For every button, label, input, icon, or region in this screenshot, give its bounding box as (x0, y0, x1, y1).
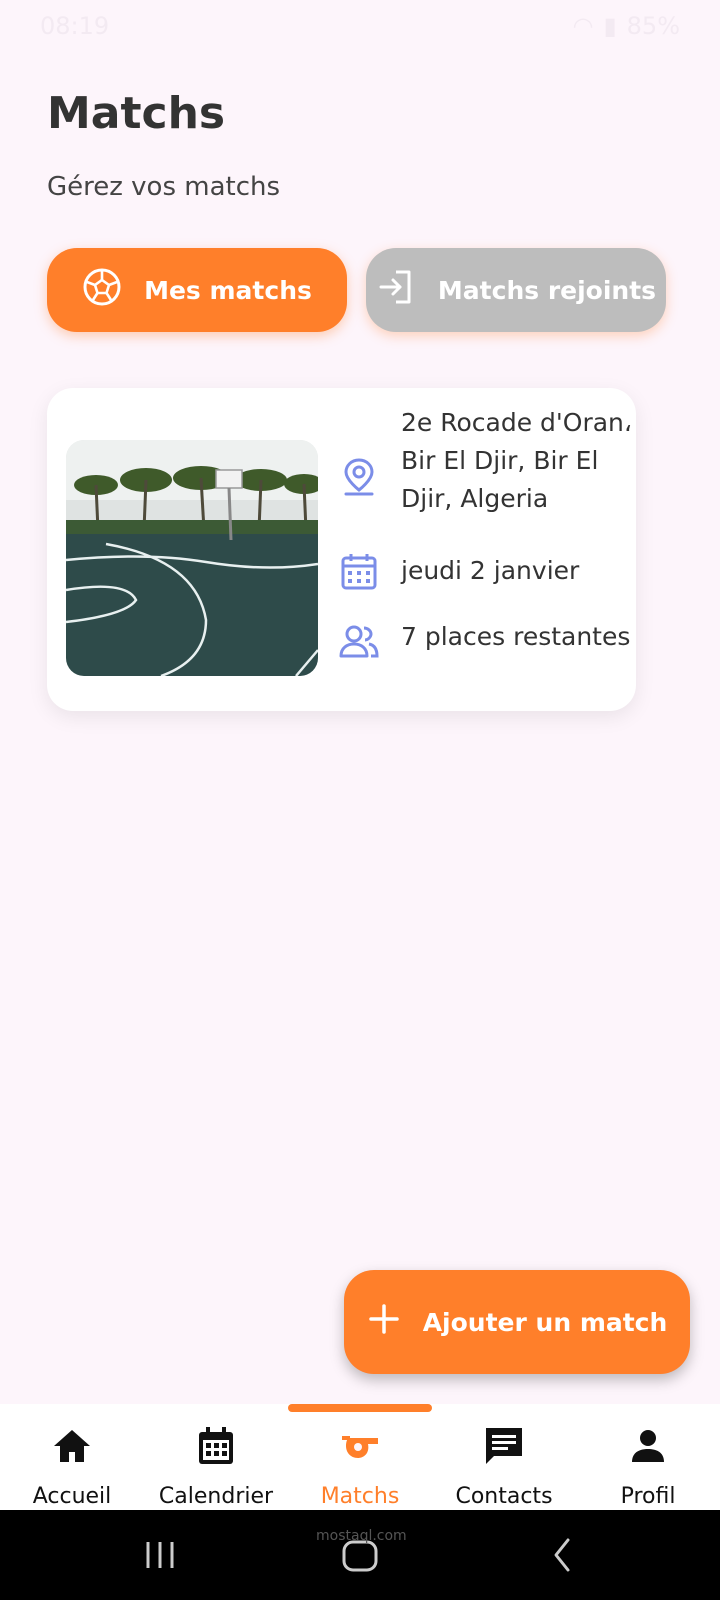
nav-calendrier-label: Calendrier (158, 1484, 274, 1509)
nav-contacts[interactable]: Contacts (432, 1424, 576, 1509)
match-places: 7 places restantes (337, 618, 641, 664)
nav-profil[interactable]: Profil (576, 1424, 720, 1509)
whistle-icon (338, 1424, 382, 1484)
match-card[interactable]: 2e Rocade d'Oran، Bir El Djir, Bir El Dj… (47, 388, 636, 711)
wifi-icon: ◠ (572, 12, 594, 40)
page-subtitle: Gérez vos matchs (47, 172, 281, 202)
match-location: 2e Rocade d'Oran، Bir El Djir, Bir El Dj… (337, 404, 641, 518)
nav-matchs[interactable]: Matchs (288, 1424, 432, 1509)
plus-icon (367, 1302, 401, 1342)
court-photo (66, 440, 318, 676)
nav-profil-label: Profil (620, 1484, 676, 1509)
tab-mes-matchs[interactable]: Mes matchs (47, 248, 347, 332)
bottom-nav: Accueil Calendrier Matchs Contacts Profi… (0, 1404, 720, 1510)
page-title: Matchs (47, 88, 226, 139)
location-text: 2e Rocade d'Oran، Bir El Djir, Bir El Dj… (401, 408, 632, 513)
location-pin-icon (337, 454, 381, 498)
status-time: 08:19 (40, 12, 110, 40)
person-icon (626, 1424, 670, 1484)
active-tab-indicator (288, 1404, 432, 1412)
places-text: 7 places restantes (401, 622, 631, 651)
soccer-ball-icon (82, 267, 122, 313)
login-arrow-icon (376, 267, 416, 313)
battery-level: 85% (626, 12, 680, 40)
calendar-icon (194, 1424, 238, 1484)
date-text: jeudi 2 janvier (401, 556, 580, 585)
nav-calendrier[interactable]: Calendrier (144, 1424, 288, 1509)
users-icon (337, 620, 381, 664)
nav-matchs-label: Matchs (320, 1484, 400, 1509)
tab-mes-matchs-label: Mes matchs (144, 275, 312, 305)
signal-icon: ▮ (603, 12, 617, 40)
watermark: mostaql.com (316, 1528, 407, 1544)
system-nav-bar: mostaql.com (0, 1510, 720, 1600)
nav-accueil[interactable]: Accueil (0, 1424, 144, 1509)
nav-contacts-label: Contacts (455, 1484, 553, 1509)
status-icons: ◠ ▮ 85% (572, 12, 680, 40)
chat-icon (482, 1424, 526, 1484)
tab-matchs-rejoints[interactable]: Matchs rejoints (366, 248, 666, 332)
tab-matchs-rejoints-label: Matchs rejoints (437, 275, 657, 305)
add-match-button[interactable]: Ajouter un match (344, 1270, 690, 1374)
nav-accueil-label: Accueil (32, 1484, 112, 1509)
match-date: jeudi 2 janvier (337, 552, 641, 594)
calendar-icon (337, 550, 381, 594)
status-bar: 08:19 ◠ ▮ 85% (0, 0, 720, 52)
add-match-label: Ajouter un match (422, 1307, 668, 1337)
home-icon (50, 1424, 94, 1484)
